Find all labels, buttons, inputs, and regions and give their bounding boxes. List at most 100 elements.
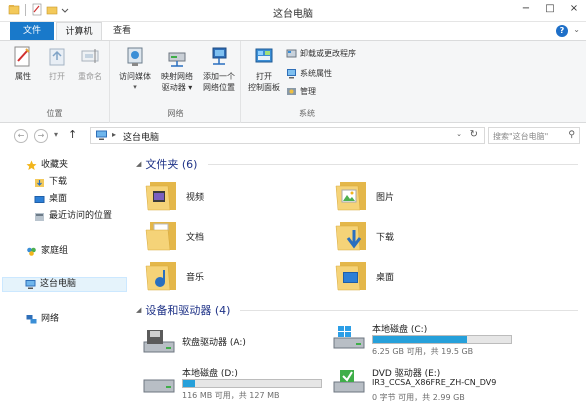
address-dropdown-icon[interactable]: ⌄ — [456, 130, 462, 138]
folder-documents-label: 文档 — [186, 233, 205, 243]
add-location-label-2: 网络位置 — [203, 83, 235, 92]
drive-d-label: 本地磁盘 (D:) — [182, 369, 238, 379]
folder-documents[interactable]: 文档 — [134, 216, 314, 258]
properties-button[interactable]: 属性 — [8, 45, 38, 82]
map-drive-label-2: 驱动器 ▾ — [161, 83, 193, 92]
tab-view[interactable]: 查看 — [104, 22, 140, 41]
system-properties-button[interactable]: 系统属性 — [286, 67, 332, 80]
folder-music-label: 音乐 — [186, 273, 205, 283]
back-button[interactable]: ← — [14, 129, 28, 143]
refresh-icon[interactable]: ↻ — [470, 129, 478, 140]
manage-button[interactable]: 管理 — [286, 85, 316, 98]
tab-file[interactable]: 文件 — [10, 22, 54, 41]
title-bar: 这台电脑 − □ × — [0, 0, 586, 22]
nav-desktop-label: 桌面 — [49, 194, 68, 204]
nav-recent-places[interactable]: 最近访问的位置 — [34, 209, 112, 224]
folder-desktop[interactable]: 桌面 — [324, 256, 504, 298]
drive-d-usage-bar — [182, 379, 322, 388]
ribbon-group-system: 打开 控制面板 卸载或更改程序 系统属性 管理 系统 — [242, 41, 372, 123]
drive-local-c[interactable]: 本地磁盘 (C:) 6.25 GB 可用，共 19.5 GB — [332, 322, 542, 362]
breadcrumb-this-pc[interactable]: 这台电脑 — [123, 130, 159, 143]
folder-videos-label: 视频 — [186, 193, 205, 203]
drive-local-d[interactable]: 本地磁盘 (D:) 116 MB 可用，共 127 MB — [142, 366, 352, 404]
map-network-drive-button[interactable]: 映射网络 驱动器 ▾ — [157, 45, 197, 93]
ribbon-group-location: 属性 打开 重命名 位置 — [0, 41, 110, 123]
drive-dvd-e[interactable]: DVD 驱动器 (E:) IR3_CCSA_X86FRE_ZH-CN_DV9 0… — [332, 366, 542, 404]
open-cp-label-1: 打开 — [256, 72, 272, 81]
recent-locations-button[interactable]: ▾ — [54, 130, 58, 139]
drive-e-volume-label: IR3_CCSA_X86FRE_ZH-CN_DV9 — [372, 378, 497, 387]
star-icon — [26, 160, 37, 171]
forward-button[interactable]: → — [34, 129, 48, 143]
drive-e-space: 0 字节 可用，共 2.99 GB — [372, 393, 465, 402]
windows-drive-icon — [332, 324, 368, 352]
access-media-dropdown-icon: ▾ — [133, 83, 137, 91]
folders-header-label: 文件夹 (6) — [145, 158, 198, 171]
folder-pictures[interactable]: 图片 — [324, 176, 504, 218]
floppy-drive-icon — [142, 328, 178, 356]
drive-floppy-label: 软盘驱动器 (A:) — [182, 338, 246, 348]
drive-d-space: 116 MB 可用，共 127 MB — [182, 391, 280, 400]
folders-section-header[interactable]: ◢ 文件夹 (6) — [136, 157, 197, 171]
folder-videos[interactable]: 视频 — [134, 176, 314, 218]
close-button[interactable]: × — [562, 0, 586, 20]
properties-icon — [12, 45, 34, 69]
folder-pictures-label: 图片 — [376, 193, 395, 203]
recent-places-icon — [34, 211, 45, 222]
system-properties-label: 系统属性 — [300, 69, 332, 78]
ribbon-tabs: 文件 计算机 查看 ? ⌄ — [0, 22, 586, 41]
open-icon — [46, 45, 68, 69]
uninstall-program-button[interactable]: 卸载或更改程序 — [286, 47, 356, 60]
minimize-button[interactable]: − — [514, 0, 538, 20]
location-group-label: 位置 — [46, 109, 63, 118]
search-placeholder: 搜索"这台电脑" — [493, 132, 549, 141]
folder-downloads-label: 下载 — [376, 233, 395, 243]
nav-desktop[interactable]: 桌面 — [34, 192, 67, 207]
nav-homegroup[interactable]: 家庭组 — [26, 244, 68, 259]
up-button[interactable]: ↑ — [68, 128, 77, 141]
maximize-button[interactable]: □ — [538, 0, 562, 20]
control-panel-icon — [253, 45, 275, 69]
manage-label: 管理 — [300, 87, 316, 96]
folder-music[interactable]: 音乐 — [134, 256, 314, 298]
tab-computer[interactable]: 计算机 — [56, 22, 102, 41]
open-control-panel-button[interactable]: 打开 控制面板 — [246, 45, 282, 93]
drive-c-usage-fill — [373, 336, 467, 343]
add-network-location-button[interactable]: 添加一个 网络位置 — [199, 45, 239, 93]
access-media-label: 访问媒体 — [119, 72, 151, 81]
add-network-location-icon — [208, 45, 230, 69]
music-folder-icon — [144, 256, 180, 294]
desktop-icon — [34, 194, 45, 205]
help-icon[interactable]: ? — [556, 25, 568, 37]
rename-button[interactable]: 重命名 — [74, 45, 106, 82]
access-media-button[interactable]: 访问媒体 ▾ — [117, 45, 153, 93]
collapse-icon[interactable]: ◢ — [136, 306, 141, 314]
drive-c-space: 6.25 GB 可用，共 19.5 GB — [372, 347, 474, 356]
ribbon: 属性 打开 重命名 位置 访问媒体 ▾ 映射网络 驱动器 ▾ 添加一个 网络位置… — [0, 40, 586, 123]
videos-folder-icon — [144, 176, 180, 214]
nav-network[interactable]: 网络 — [26, 312, 59, 327]
nav-this-pc[interactable]: 这台电脑 — [2, 277, 127, 292]
map-drive-icon — [166, 45, 188, 69]
open-cp-label-2: 控制面板 — [248, 83, 280, 92]
drive-c-label: 本地磁盘 (C:) — [372, 325, 428, 335]
collapse-icon[interactable]: ◢ — [136, 160, 141, 168]
drives-section-header[interactable]: ◢ 设备和驱动器 (4) — [136, 303, 230, 317]
folder-downloads[interactable]: 下载 — [324, 216, 504, 258]
manage-icon — [286, 86, 297, 97]
open-button[interactable]: 打开 — [44, 45, 70, 82]
drive-floppy-a[interactable]: 软盘驱动器 (A:) — [142, 326, 352, 366]
navigation-pane: 收藏夹 下载 桌面 最近访问的位置 家庭组 这台电脑 网络 — [0, 150, 128, 404]
nav-recent-label: 最近访问的位置 — [49, 211, 113, 221]
ribbon-toggle-icon[interactable]: ⌄ — [573, 25, 580, 34]
downloads-icon — [34, 177, 45, 188]
this-pc-nav-icon — [25, 279, 36, 290]
nav-downloads[interactable]: 下载 — [34, 175, 67, 190]
breadcrumb-chevron-icon[interactable]: ▸ — [112, 130, 116, 139]
address-bar[interactable]: ▸ 这台电脑 ⌄ ↻ — [90, 127, 485, 144]
search-input[interactable]: 搜索"这台电脑" ⚲ — [488, 127, 580, 144]
desktop-folder-icon — [334, 256, 370, 294]
ribbon-group-network: 访问媒体 ▾ 映射网络 驱动器 ▾ 添加一个 网络位置 网络 — [111, 41, 241, 123]
search-icon[interactable]: ⚲ — [568, 130, 575, 140]
nav-favorites[interactable]: 收藏夹 — [26, 158, 68, 173]
